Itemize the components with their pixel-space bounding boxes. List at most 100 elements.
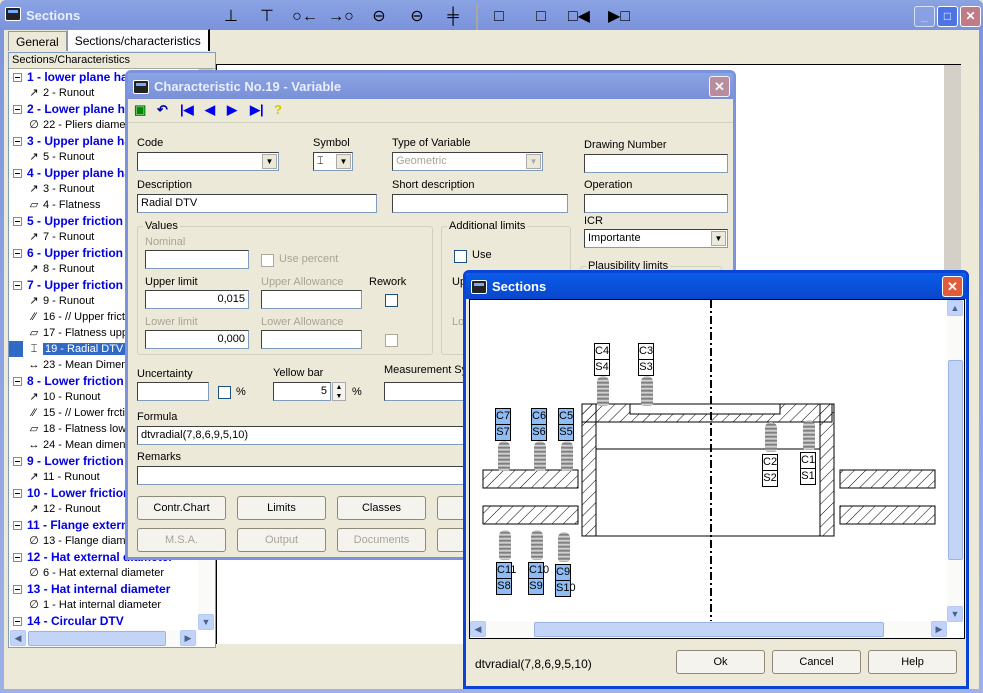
collapse-icon[interactable]: [13, 169, 22, 178]
sensor-label[interactable]: C7 S7: [495, 408, 511, 441]
msa-button[interactable]: M.S.A.: [137, 528, 226, 552]
tab-general[interactable]: General: [8, 31, 67, 51]
sensor-label[interactable]: C1 S1: [800, 452, 816, 485]
sensor-label[interactable]: C3 S3: [638, 343, 654, 376]
upper-limit-input[interactable]: 0,015: [145, 290, 249, 309]
collapse-icon[interactable]: [13, 217, 22, 226]
chevron-down-icon[interactable]: ▼: [336, 154, 351, 169]
uncertainty-percent-checkbox[interactable]: [218, 386, 231, 399]
collapse-icon[interactable]: [13, 377, 22, 386]
yellow-bar-input[interactable]: 5: [273, 382, 331, 401]
scroll-down-icon[interactable]: ▼: [198, 614, 214, 630]
circle-inner-right-icon[interactable]: ⊖: [366, 5, 392, 29]
next-record-icon[interactable]: ▶: [227, 102, 237, 118]
scroll-thumb[interactable]: [534, 622, 884, 637]
control-chart-button[interactable]: Contr.Chart: [137, 496, 226, 520]
plane-both-probe-icon[interactable]: ╪: [440, 5, 466, 29]
plane-bottom-probe-icon[interactable]: ⊥: [218, 5, 244, 29]
lower-allowance-input[interactable]: [261, 330, 362, 349]
sensor-label[interactable]: C2 S2: [762, 454, 778, 487]
use-additional-checkbox[interactable]: [454, 250, 467, 263]
circle-left-probe-icon[interactable]: →○: [328, 5, 354, 29]
scroll-left-icon[interactable]: ◀: [10, 630, 26, 646]
save-icon[interactable]: ▣: [134, 102, 146, 118]
undo-icon[interactable]: ↶: [157, 102, 168, 118]
collapse-icon[interactable]: [13, 457, 22, 466]
scroll-down-icon[interactable]: ▼: [947, 606, 963, 622]
sensor-label[interactable]: C10 S9: [528, 562, 549, 595]
limits-button[interactable]: Limits: [237, 496, 326, 520]
ok-button[interactable]: Ok: [676, 650, 765, 674]
cancel-button[interactable]: Cancel: [772, 650, 861, 674]
chevron-down-icon[interactable]: ▼: [711, 231, 726, 246]
measurement-system-input[interactable]: [384, 382, 474, 401]
help-icon[interactable]: ?: [274, 102, 282, 117]
tree-characteristic[interactable]: ∅ 1 - Hat internal diameter: [9, 597, 215, 613]
drawing-number-input[interactable]: [584, 154, 728, 173]
sensor-label[interactable]: C5 S5: [558, 408, 574, 441]
scroll-up-icon[interactable]: ▲: [947, 300, 963, 316]
tree-characteristic[interactable]: ∅ 6 - Hat external diameter: [9, 565, 215, 581]
sensor-label[interactable]: C11 S8: [496, 562, 516, 595]
documents-button[interactable]: Documents: [337, 528, 426, 552]
symbol-select[interactable]: ⌶ ▼: [313, 152, 353, 171]
icr-select[interactable]: Importante ▼: [584, 229, 728, 248]
previous-record-icon[interactable]: ◀: [205, 102, 215, 118]
scroll-thumb[interactable]: [28, 631, 166, 646]
drawing-vertical-scrollbar[interactable]: ▲ ▼: [947, 300, 964, 622]
collapse-icon[interactable]: [13, 281, 22, 290]
collapse-icon[interactable]: [13, 617, 22, 626]
yellow-bar-spinner[interactable]: ▲ ▼: [332, 382, 346, 401]
formula-input[interactable]: dtvradial(7,8,6,9,5,10): [137, 426, 477, 445]
scroll-thumb[interactable]: [948, 360, 963, 560]
tree-section[interactable]: 14 - Circular DTV: [9, 613, 215, 629]
chevron-down-icon[interactable]: ▼: [262, 154, 277, 169]
plane-top-probe-icon[interactable]: ⊤: [254, 5, 280, 29]
nominal-input[interactable]: [145, 250, 249, 269]
collapse-icon[interactable]: [13, 105, 22, 114]
rework-upper-checkbox[interactable]: [385, 294, 398, 307]
upper-allowance-input[interactable]: [261, 290, 362, 309]
collapse-icon[interactable]: [13, 521, 22, 530]
maximize-button[interactable]: □: [937, 6, 958, 27]
scroll-right-icon[interactable]: ▶: [931, 621, 947, 637]
operation-input[interactable]: [584, 194, 728, 213]
output-button[interactable]: Output: [237, 528, 326, 552]
collapse-icon[interactable]: [13, 489, 22, 498]
sensor-label[interactable]: C4 S4: [594, 343, 610, 376]
short-description-input[interactable]: [392, 194, 568, 213]
square-bottom-triangle-icon[interactable]: □: [486, 5, 512, 29]
tab-sections-characteristics[interactable]: Sections/characteristics: [66, 29, 210, 51]
scroll-left-icon[interactable]: ◀: [470, 621, 486, 637]
square-top-triangle-icon[interactable]: □: [528, 5, 554, 29]
collapse-icon[interactable]: [13, 553, 22, 562]
minimize-button[interactable]: _: [914, 6, 935, 27]
lower-limit-input[interactable]: 0,000: [145, 330, 249, 349]
square-right-triangle-icon[interactable]: □◀: [566, 5, 592, 29]
rework-lower-checkbox[interactable]: [385, 334, 398, 347]
collapse-icon[interactable]: [13, 585, 22, 594]
first-record-icon[interactable]: |◀: [180, 102, 194, 118]
description-input[interactable]: Radial DTV: [137, 194, 377, 213]
drawing-horizontal-scrollbar[interactable]: ◀ ▶: [470, 621, 947, 638]
sensor-label[interactable]: C6 S6: [531, 408, 547, 441]
close-button[interactable]: ✕: [709, 76, 730, 97]
collapse-icon[interactable]: [13, 249, 22, 258]
remarks-input[interactable]: [137, 466, 477, 485]
uncertainty-input[interactable]: [137, 382, 209, 401]
scroll-right-icon[interactable]: ▶: [180, 630, 196, 646]
tree-horizontal-scrollbar[interactable]: ◀ ▶: [9, 630, 198, 647]
code-select[interactable]: ▼: [137, 152, 279, 171]
collapse-icon[interactable]: [13, 137, 22, 146]
last-record-icon[interactable]: ▶|: [250, 102, 264, 118]
classes-button[interactable]: Classes: [337, 496, 426, 520]
circle-right-probe-icon[interactable]: ○←: [292, 5, 318, 29]
collapse-icon[interactable]: [13, 73, 22, 82]
tree-section[interactable]: 13 - Hat internal diameter: [9, 581, 215, 597]
close-button[interactable]: ✕: [942, 276, 963, 297]
circle-inner-left-icon[interactable]: ⊖: [404, 5, 430, 29]
chevron-down-icon[interactable]: ▼: [526, 154, 541, 169]
help-button[interactable]: Help: [868, 650, 957, 674]
square-left-triangle-icon[interactable]: ▶□: [606, 5, 632, 29]
type-of-variable-select[interactable]: Geometric ▼: [392, 152, 543, 171]
